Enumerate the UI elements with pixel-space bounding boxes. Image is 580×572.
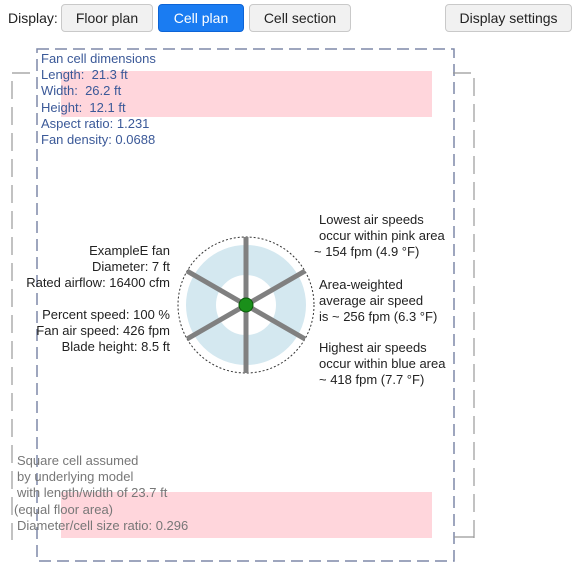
square-line-4: (equal floor area) xyxy=(14,501,113,517)
average-air-speed-note: Area-weighted average air speed is ~ 256 f… xyxy=(319,277,437,326)
fan-density: Fan density: 0.0688 xyxy=(41,132,156,148)
square-line-1: Square cell assumed xyxy=(17,453,139,468)
cell-width: Width: 26.2 ft xyxy=(41,83,122,99)
average-line-1: Area-weighted xyxy=(319,277,403,292)
display-toolbar: Display: Floor plan Cell plan Cell secti… xyxy=(0,0,580,40)
display-label: Display: xyxy=(8,10,58,26)
square-line-5: Diameter/cell size ratio: 0.296 xyxy=(17,517,189,533)
fan-name: ExampleE fan xyxy=(89,243,170,258)
fan-operating-info: Percent speed: 100 % Fan air speed: 426 f… xyxy=(36,307,170,356)
lowest-line-3: ~ 154 fpm (4.9 °F) xyxy=(314,244,420,260)
fan-air-speed: Fan air speed: 426 fpm xyxy=(36,323,170,339)
ceiling-fan-icon xyxy=(177,236,315,374)
highest-air-speed-note: Highest air speeds occur within blue area… xyxy=(319,340,445,389)
highest-line-3: ~ 418 fpm (7.7 °F) xyxy=(319,372,425,388)
fan-diameter: Diameter: 7 ft xyxy=(91,259,170,275)
lowest-line-1: Lowest air speeds xyxy=(319,212,424,227)
cell-section-button[interactable]: Cell section xyxy=(249,4,351,32)
highest-line-2: occur within blue area xyxy=(319,356,446,372)
cell-plan-canvas: Fan cell dimensions Length: 21.3 ft Width:… xyxy=(0,40,580,572)
square-line-3: with length/width of 23.7 ft xyxy=(17,485,168,501)
fan-percent-speed: Percent speed: 100 % xyxy=(42,307,170,322)
lowest-line-2: occur within pink area xyxy=(319,228,445,244)
floor-plan-button[interactable]: Floor plan xyxy=(61,4,153,32)
average-line-2: average air speed xyxy=(319,293,424,309)
display-settings-button[interactable]: Display settings xyxy=(445,4,572,32)
cell-plan-button[interactable]: Cell plan xyxy=(158,4,244,32)
cell-length: Length: 21.3 ft xyxy=(41,67,128,83)
fan-rated-airflow: Rated airflow: 16400 cfm xyxy=(26,275,170,291)
square-cell-note: Square cell assumed by underlying model wi… xyxy=(14,453,189,534)
fan-info: ExampleE fan Diameter: 7 ft Rated airflow:… xyxy=(26,243,170,292)
cell-dimensions-heading: Fan cell dimensions xyxy=(41,51,156,66)
cell-height: Height: 12.1 ft xyxy=(41,99,126,115)
average-line-3: is ~ 256 fpm (6.3 °F) xyxy=(319,309,438,325)
aspect-ratio: Aspect ratio: 1.231 xyxy=(41,115,150,131)
fan-blade-height: Blade height: 8.5 ft xyxy=(61,339,170,355)
cell-dimensions: Fan cell dimensions Length: 21.3 ft Width:… xyxy=(41,51,156,148)
square-line-2: by underlying model xyxy=(17,469,134,485)
lowest-air-speed-note: Lowest air speeds occur within pink area ~… xyxy=(314,212,445,261)
highest-line-1: Highest air speeds xyxy=(319,340,427,355)
